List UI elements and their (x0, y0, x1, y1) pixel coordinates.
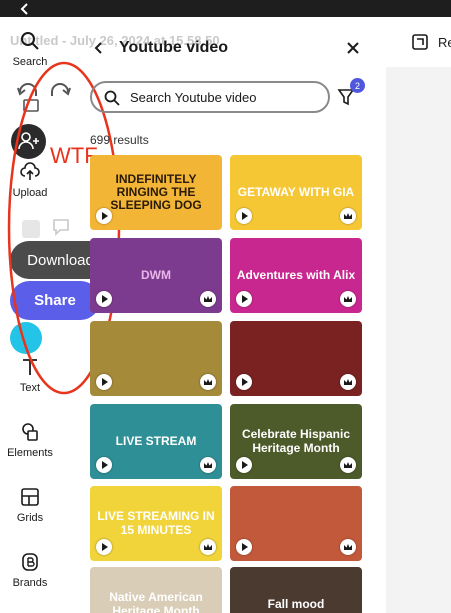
premium-crown-icon (340, 291, 356, 307)
results-count: 699 results (90, 133, 149, 147)
premium-crown-icon (340, 208, 356, 224)
sidebar-item-elements[interactable]: Elements (0, 422, 60, 459)
template-tile[interactable] (230, 321, 362, 396)
shapes-icon (96, 539, 112, 555)
premium-crown-icon (340, 374, 356, 390)
resize-label[interactable]: Re (438, 35, 451, 50)
grids-icon (21, 488, 39, 506)
shapes-icon (236, 291, 252, 307)
template-title: LIVE STREAMING IN 15 MINUTES (97, 509, 215, 537)
play-icon (236, 208, 252, 224)
panel-title: Youtube video (119, 39, 229, 56)
premium-crown-icon (200, 291, 216, 307)
resize-icon[interactable] (411, 33, 429, 51)
search-field[interactable] (90, 81, 330, 113)
template-tile[interactable]: INDEFINITELY RINGING THE SLEEPING DOG (90, 155, 222, 230)
shapes-icon (96, 291, 112, 307)
search-input[interactable] (130, 88, 320, 106)
play-icon (96, 208, 112, 224)
template-title: Native American Heritage Month (109, 590, 203, 613)
filter-button[interactable]: 2 (335, 78, 365, 108)
play-icon (96, 374, 112, 390)
template-title: Celebrate Hispanic Heritage Month (241, 427, 351, 455)
search-icon (104, 90, 120, 106)
premium-crown-icon (200, 457, 216, 473)
template-title: INDEFINITELY RINGING THE SLEEPING DOG (110, 171, 202, 213)
template-title: DWM (141, 267, 171, 282)
shapes-icon (96, 457, 112, 473)
back-chevron-icon[interactable] (92, 41, 106, 55)
template-tile[interactable]: Celebrate Hispanic Heritage Month (230, 404, 362, 479)
premium-crown-icon (200, 374, 216, 390)
template-tile[interactable]: Fall mood (230, 567, 362, 613)
close-icon[interactable] (346, 41, 360, 55)
brands-icon (22, 553, 38, 571)
sidebar-item-label: Elements (7, 447, 53, 459)
canvas-area (386, 17, 451, 613)
elements-icon (22, 423, 38, 441)
filter-count-badge: 2 (350, 78, 365, 93)
template-title: Adventures with Alix (236, 267, 356, 282)
shapes-icon (236, 457, 252, 473)
template-title (236, 321, 356, 396)
back-chevron-icon[interactable] (18, 2, 32, 16)
template-tile[interactable] (90, 321, 222, 396)
play-icon (236, 539, 252, 555)
template-title (236, 486, 356, 561)
template-title: LIVE STREAM (115, 433, 197, 448)
search-icon (21, 32, 39, 50)
sidebar-item-brands[interactable]: Brands (0, 552, 60, 589)
sidebar-item-grids[interactable]: Grids (0, 487, 60, 524)
sidebar-item-label: Brands (12, 577, 48, 589)
top-bar (0, 0, 451, 17)
panel-header: Youtube video (90, 36, 370, 62)
template-title: GETAWAY WITH GIA (237, 184, 355, 199)
template-tile[interactable]: Native American Heritage Month (90, 567, 222, 613)
sidebar-item-label: Grids (16, 512, 44, 524)
template-tile[interactable]: LIVE STREAMING IN 15 MINUTES (90, 486, 222, 561)
premium-crown-icon (340, 457, 356, 473)
template-tile[interactable]: LIVE STREAM (90, 404, 222, 479)
play-icon (236, 374, 252, 390)
template-title: Fall mood (267, 596, 325, 611)
template-tile[interactable]: DWM (90, 238, 222, 313)
template-tile[interactable]: Adventures with Alix (230, 238, 362, 313)
template-tile[interactable]: GETAWAY WITH GIA (230, 155, 362, 230)
premium-crown-icon (200, 539, 216, 555)
template-tile[interactable] (230, 486, 362, 561)
premium-crown-icon (340, 539, 356, 555)
template-title (96, 321, 216, 396)
